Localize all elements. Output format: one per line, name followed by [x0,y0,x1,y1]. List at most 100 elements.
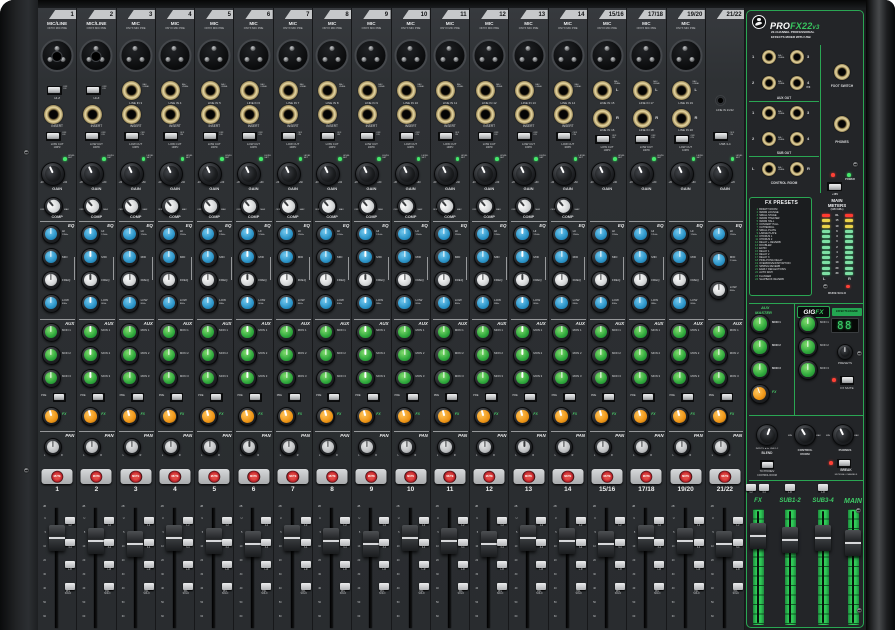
fader-routing-switch-PFL-SOLO[interactable] [261,583,272,590]
pre-switch[interactable] [209,392,223,402]
eq-mid-knob[interactable] [355,247,375,267]
eq-hi-knob[interactable] [709,224,729,244]
aux-mon3-knob[interactable] [355,368,375,388]
fader-routing-switch-PFL-SOLO[interactable] [732,583,743,590]
mute-button[interactable]: MUTE [561,470,575,483]
fader-routing-switch-L-R[interactable] [497,561,508,568]
fx-send-knob[interactable] [434,406,454,426]
eq-low-knob[interactable] [120,293,140,313]
pre-switch[interactable] [288,392,302,402]
mute-button[interactable]: MUTE [286,470,300,483]
aux-mon2-knob[interactable] [434,345,454,365]
fader-routing-switch-1-2[interactable] [575,517,586,524]
fader-routing-switch-L-R[interactable] [182,561,193,568]
eq-hi-knob[interactable] [159,224,179,244]
fader-routing-switch-1-2[interactable] [222,517,233,524]
fader-handle[interactable] [716,531,733,557]
comp-knob[interactable] [82,196,102,216]
fader-routing-switch-L-R[interactable] [261,561,272,568]
eq-low-knob[interactable] [277,293,297,313]
fader-routing-switch-3-4[interactable] [497,539,508,546]
fader-routing-switch-PFL-SOLO[interactable] [575,583,586,590]
eq-freq-knob[interactable] [434,270,454,290]
eq-low-knob[interactable] [159,293,179,313]
fader-routing-switch-PFL-SOLO[interactable] [339,583,350,590]
eq-mid-knob[interactable] [591,247,611,267]
eq-hi-knob[interactable] [591,224,611,244]
eq-mid-knob[interactable] [552,247,572,267]
xlr-input-jack[interactable] [512,39,546,72]
aux-mon2-knob[interactable] [316,345,336,365]
aux-mon1-knob[interactable] [316,322,336,342]
aux-mon3-knob[interactable] [316,368,336,388]
insert-jack[interactable] [436,104,456,124]
pan-knob[interactable] [83,438,102,456]
aux-mon1-knob[interactable] [80,322,100,342]
insert-jack[interactable] [357,104,377,124]
aux-mon1-knob[interactable] [120,322,140,342]
aux-mon1-knob[interactable] [630,322,650,342]
pre-switch[interactable] [327,392,341,402]
eq-low-knob[interactable] [434,293,454,313]
line-input-right-jack[interactable] [593,108,613,128]
eq-mid-knob[interactable] [709,250,729,270]
gain-knob[interactable] [198,162,223,186]
eq-freq-knob[interactable] [41,270,61,290]
gain-knob[interactable] [551,162,576,186]
eq-freq-knob[interactable] [670,270,689,290]
gain-knob[interactable] [119,162,144,186]
pan-knob[interactable] [593,438,612,456]
aux-mon2-knob[interactable] [630,345,650,365]
usb-3-4-switch[interactable] [713,131,729,141]
fader-routing-switch-L-R[interactable] [654,561,665,568]
aux-mon1-knob[interactable] [670,322,689,342]
aux-mon1-knob[interactable] [709,322,729,342]
xlr-input-jack[interactable] [119,39,153,72]
fader-routing-switch-PFL-SOLO[interactable] [65,583,75,590]
master-fader-handle-SUB3-4[interactable] [815,525,831,551]
line-input-jack[interactable] [475,80,495,100]
comp-knob[interactable] [554,196,574,216]
pre-switch[interactable] [563,392,577,402]
pre-switch[interactable] [91,392,105,402]
fader-routing-switch-1-2[interactable] [457,517,468,524]
aux-master-mon2-knob[interactable] [750,337,770,357]
pan-knob[interactable] [711,438,730,456]
pan-knob[interactable] [436,438,455,456]
aux-mon1-knob[interactable] [198,322,218,342]
fader-routing-switch-L-R[interactable] [379,561,390,568]
fx-send-knob[interactable] [670,406,689,426]
aux-master-mon3-knob[interactable] [750,360,770,380]
fader-routing-switch-1-2[interactable] [104,517,115,524]
comp-knob[interactable] [357,196,377,216]
fader-handle[interactable] [402,525,419,551]
fader-routing-switch-3-4[interactable] [654,539,665,546]
xlr-input-jack[interactable] [276,39,310,72]
low-cut-switch[interactable] [163,131,179,141]
insert-jack[interactable] [475,104,495,124]
line-input-right-jack[interactable] [632,108,652,128]
fader-routing-switch-PFL-SOLO[interactable] [222,583,233,590]
eq-mid-knob[interactable] [198,247,218,267]
fader-routing-switch-L-R[interactable] [104,561,115,568]
eq-mid-knob[interactable] [434,247,454,267]
eq-low-knob[interactable] [670,293,689,313]
aux-mon1-knob[interactable] [159,322,179,342]
aux-mon2-knob[interactable] [591,345,611,365]
line-input-left-jack[interactable] [672,80,691,100]
aux-mon1-knob[interactable] [277,322,297,342]
xlr-input-jack[interactable] [590,39,624,72]
insert-jack[interactable] [554,104,574,124]
eq-low-knob[interactable] [198,293,218,313]
fader-routing-switch-L-R[interactable] [536,561,547,568]
aux-mon3-knob[interactable] [120,368,140,388]
line-input-jack[interactable] [122,80,142,100]
fader-routing-switch-L-R[interactable] [300,561,311,568]
insert-jack[interactable] [318,104,338,124]
fader-routing-switch-L-R[interactable] [614,561,625,568]
fader-handle[interactable] [166,525,183,551]
aux-mon1-knob[interactable] [434,322,454,342]
xlr-input-jack[interactable] [629,39,663,72]
fader-routing-switch-3-4[interactable] [575,539,586,546]
fader-handle[interactable] [480,531,497,557]
